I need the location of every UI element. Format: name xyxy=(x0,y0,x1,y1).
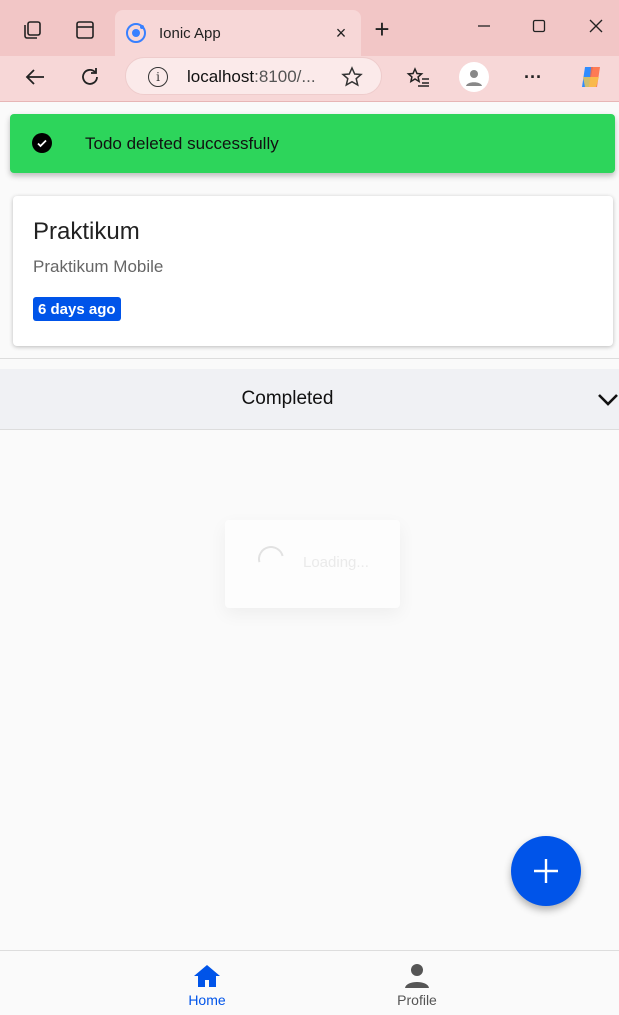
tab-home-label: Home xyxy=(188,992,226,1008)
new-tab-icon[interactable]: + xyxy=(368,14,396,44)
completed-accordion-header[interactable]: Completed xyxy=(0,369,619,430)
tab-title: Ionic App xyxy=(159,24,221,42)
browser-tab-bar: Ionic App × + xyxy=(0,0,619,56)
site-info-icon[interactable]: i xyxy=(148,67,168,87)
add-todo-button[interactable] xyxy=(511,836,581,906)
todo-subtitle: Praktikum Mobile xyxy=(33,257,164,276)
add-icon xyxy=(534,859,558,883)
home-icon xyxy=(194,965,220,987)
more-icon[interactable]: ··· xyxy=(519,64,547,90)
bottom-tab-bar: Home Profile xyxy=(0,950,619,1015)
todo-card[interactable]: Praktikum Praktikum Mobile 6 days ago xyxy=(13,196,613,346)
chevron-down-icon xyxy=(598,394,618,406)
back-icon[interactable] xyxy=(22,64,48,90)
accordion-label: Completed xyxy=(241,388,334,409)
toast-notification: Todo deleted successfully xyxy=(10,114,615,173)
loading-indicator: Loading... xyxy=(225,520,400,608)
favorites-list-icon[interactable] xyxy=(405,64,431,90)
copilot-icon[interactable] xyxy=(576,62,606,92)
tab-close-icon[interactable]: × xyxy=(331,23,351,44)
maximize-icon[interactable] xyxy=(527,16,551,36)
tab-home[interactable]: Home xyxy=(147,951,267,1015)
tab-profile-label: Profile xyxy=(397,992,437,1008)
favorites-star-icon[interactable] xyxy=(341,66,363,94)
todo-title: Praktikum xyxy=(33,218,140,245)
vertical-tabs-icon[interactable] xyxy=(73,18,97,42)
divider xyxy=(0,358,619,359)
browser-tab[interactable]: Ionic App × xyxy=(115,10,361,56)
close-window-icon[interactable] xyxy=(584,16,608,36)
person-icon xyxy=(405,964,429,988)
url-text: localhost:8100/... xyxy=(187,67,316,86)
toast-message: Todo deleted successfully xyxy=(85,134,279,153)
address-bar[interactable]: i localhost:8100/... xyxy=(125,57,382,95)
spinner-icon xyxy=(253,541,289,577)
ionic-logo-icon xyxy=(126,23,146,43)
tab-actions-icon[interactable] xyxy=(20,18,44,42)
time-badge: 6 days ago xyxy=(33,297,121,321)
refresh-icon[interactable] xyxy=(77,64,103,90)
tab-profile[interactable]: Profile xyxy=(357,951,477,1015)
browser-toolbar: i localhost:8100/... ··· xyxy=(0,56,619,102)
checkmark-circle-icon xyxy=(32,133,52,153)
loading-text: Loading... xyxy=(303,554,369,571)
profile-icon[interactable] xyxy=(459,62,489,92)
minimize-icon[interactable] xyxy=(472,16,496,36)
